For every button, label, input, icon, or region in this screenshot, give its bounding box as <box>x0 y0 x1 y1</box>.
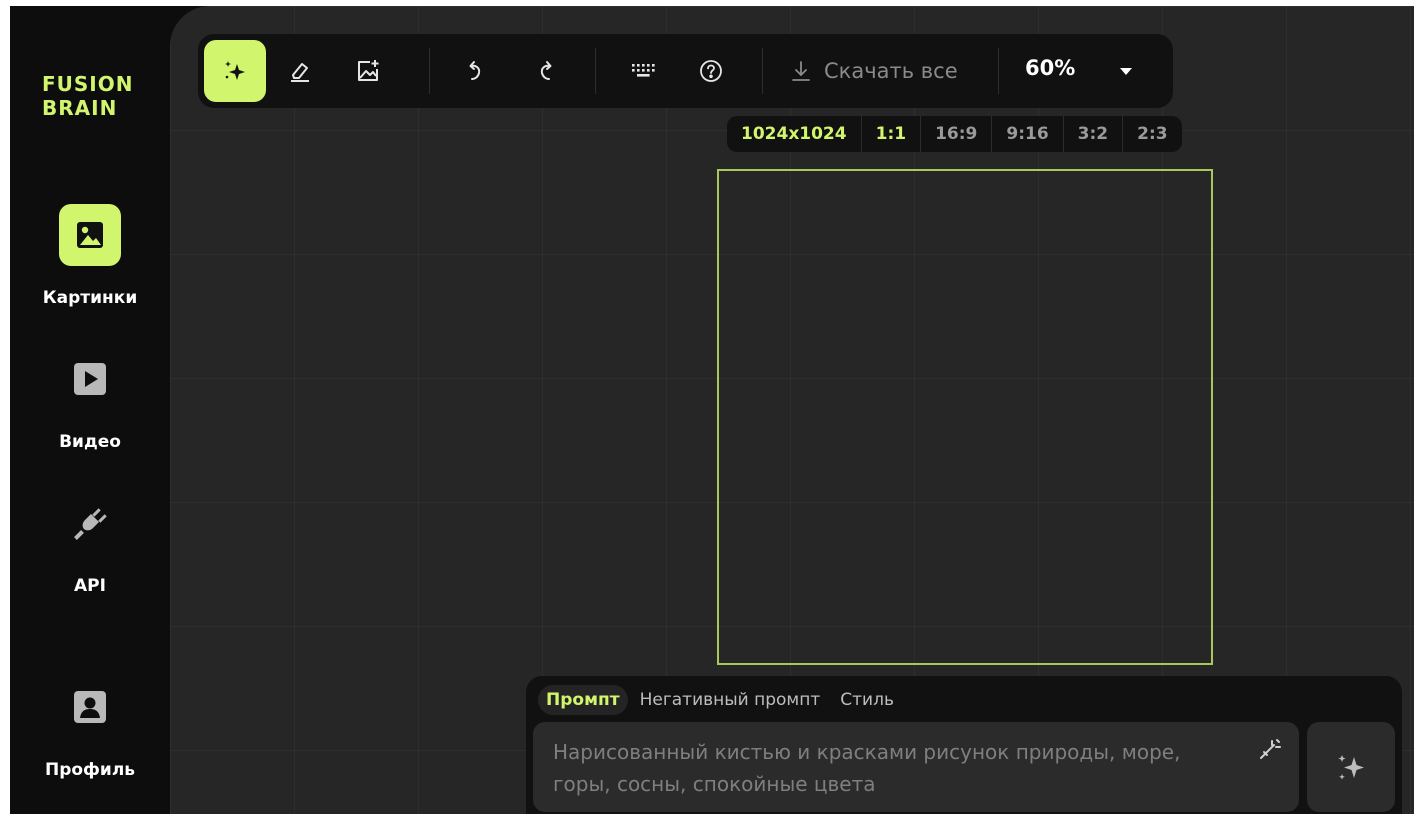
ratio-option[interactable]: 3:2 <box>1062 116 1122 152</box>
prompt-panel: Промпт Негативный промпт Стиль Нарисован… <box>526 676 1402 814</box>
logo-line-1: FUSION <box>42 72 134 96</box>
tab-negative-prompt[interactable]: Негативный промпт <box>632 685 829 715</box>
profile-icon <box>59 676 121 738</box>
tab-style[interactable]: Стиль <box>832 685 902 715</box>
aspect-ratio-bar: 1024x1024 1:1 16:9 9:16 3:2 2:3 <box>727 116 1182 152</box>
generation-frame[interactable] <box>717 169 1213 665</box>
app-window: FUSION BRAIN Картинки Видео API Профиль … <box>10 6 1414 814</box>
eraser-tool-button[interactable] <box>269 40 331 102</box>
zoom-level[interactable]: 60% <box>1025 56 1075 80</box>
download-all-button[interactable]: Скачать все <box>790 40 958 102</box>
sparkle-icon <box>225 61 245 80</box>
ratio-option[interactable]: 2:3 <box>1122 116 1181 152</box>
sparkle-icon <box>1338 755 1364 780</box>
undo-button[interactable] <box>444 40 506 102</box>
fusion-brain-logo[interactable]: FUSION BRAIN <box>42 72 134 120</box>
logo-line-2: BRAIN <box>42 96 118 120</box>
ratio-option[interactable]: 16:9 <box>920 116 991 152</box>
sidebar-item-label: Видео <box>59 432 121 452</box>
sidebar: FUSION BRAIN Картинки Видео API Профиль <box>10 6 170 814</box>
toolbar: Скачать все 60% <box>198 34 1173 108</box>
toolbar-divider <box>429 48 430 94</box>
toolbar-divider <box>762 48 763 94</box>
ratio-option[interactable]: 1:1 <box>860 116 920 152</box>
redo-button[interactable] <box>515 40 577 102</box>
tab-prompt[interactable]: Промпт <box>538 685 628 715</box>
sidebar-item-label: API <box>74 576 106 596</box>
redo-icon <box>540 61 552 80</box>
sidebar-item-label: Картинки <box>42 288 138 308</box>
image-plus-icon <box>358 60 379 81</box>
keyboard-shortcuts-button[interactable] <box>612 40 674 102</box>
prompt-placeholder: Нарисованный кистью и красками рисунок п… <box>553 740 1181 796</box>
undo-icon <box>469 61 481 80</box>
help-button[interactable] <box>680 40 742 102</box>
sidebar-item-label: Профиль <box>44 760 136 780</box>
add-image-tool-button[interactable] <box>337 40 399 102</box>
image-size-label: 1024x1024 <box>741 124 847 144</box>
sidebar-item-images[interactable]: Картинки <box>10 204 170 308</box>
caret-down-icon <box>1120 67 1132 75</box>
sidebar-item-api[interactable]: API <box>10 492 170 596</box>
prompt-tabs: Промпт Негативный промпт Стиль <box>538 685 902 715</box>
sidebar-item-profile[interactable]: Профиль <box>10 676 170 780</box>
magic-wand-button[interactable] <box>1255 736 1283 764</box>
sidebar-item-video[interactable]: Видео <box>10 348 170 452</box>
video-icon <box>59 348 121 410</box>
eraser-icon <box>291 63 309 82</box>
image-icon <box>59 204 121 266</box>
toolbar-divider <box>595 48 596 94</box>
generate-tool-button[interactable] <box>204 40 266 102</box>
download-all-label: Скачать все <box>824 59 958 83</box>
prompt-input[interactable]: Нарисованный кистью и красками рисунок п… <box>533 722 1299 812</box>
keyboard-icon <box>632 64 655 77</box>
generate-button[interactable] <box>1307 722 1395 812</box>
download-icon <box>792 61 810 81</box>
help-icon <box>700 60 722 82</box>
zoom-dropdown-button[interactable] <box>1115 60 1137 82</box>
magic-wand-icon <box>1260 739 1281 759</box>
toolbar-divider <box>998 48 999 94</box>
ratio-option[interactable]: 9:16 <box>991 116 1062 152</box>
plug-icon <box>59 492 121 554</box>
